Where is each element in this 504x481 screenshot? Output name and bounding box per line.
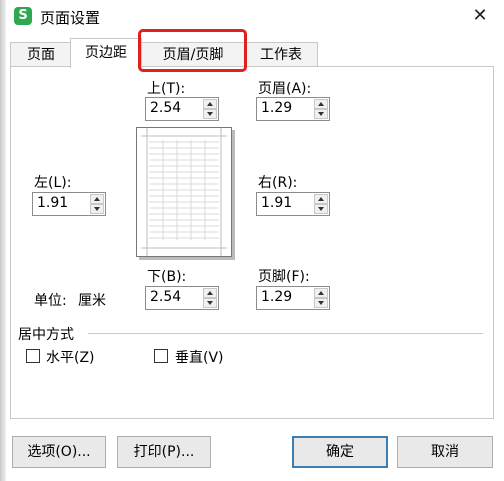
horizontal-center-label[interactable]: 水平(Z): [46, 347, 95, 367]
footer-margin-label: 页脚(F):: [258, 269, 310, 285]
title-bar: S 页面设置 ✕: [6, 0, 504, 34]
app-icon: S: [14, 7, 32, 25]
spin-up-icon[interactable]: [203, 99, 217, 109]
tab-worksheet[interactable]: 工作表: [244, 42, 318, 67]
left-margin-value: 1.91: [37, 195, 69, 211]
horizontal-center-checkbox[interactable]: [26, 349, 40, 363]
unit-value: 厘米: [78, 293, 106, 309]
header-margin-value: 1.29: [261, 100, 293, 116]
vertical-center-label[interactable]: 垂直(V): [175, 347, 224, 367]
spin-down-icon[interactable]: [203, 298, 217, 308]
page-setup-dialog: S 页面设置 ✕ 页面 页边距 页眉/页脚 工作表 上(T): 2.54 页眉(…: [0, 0, 504, 481]
header-margin-spinner[interactable]: 1.29: [256, 97, 330, 121]
close-button[interactable]: ✕: [468, 4, 492, 28]
top-margin-label: 上(T):: [147, 81, 186, 97]
options-button[interactable]: 选项(O)...: [12, 436, 106, 468]
spin-down-icon[interactable]: [314, 298, 328, 308]
spin-down-icon[interactable]: [90, 204, 104, 214]
spin-up-icon[interactable]: [314, 194, 328, 204]
left-margin-label: 左(L):: [34, 175, 72, 191]
close-icon: ✕: [472, 5, 488, 26]
spin-up-icon[interactable]: [90, 194, 104, 204]
tab-highlight-annotation: [138, 29, 247, 72]
bottom-margin-label: 下(B):: [147, 269, 187, 285]
top-margin-spinner[interactable]: 2.54: [145, 97, 219, 121]
centering-divider: [88, 333, 483, 334]
header-margin-label: 页眉(A):: [258, 81, 312, 97]
top-margin-value: 2.54: [150, 100, 182, 116]
spin-down-icon[interactable]: [203, 109, 217, 119]
right-margin-value: 1.91: [261, 195, 293, 211]
print-button[interactable]: 打印(P)...: [117, 436, 211, 468]
bottom-margin-spinner[interactable]: 2.54: [145, 286, 219, 310]
spin-up-icon[interactable]: [203, 288, 217, 298]
page-preview: [136, 127, 232, 257]
spin-up-icon[interactable]: [314, 99, 328, 109]
centering-section-label: 居中方式: [18, 327, 74, 343]
tab-margins[interactable]: 页边距: [70, 38, 142, 68]
window-title: 页面设置: [40, 9, 101, 27]
tab-page[interactable]: 页面: [10, 42, 72, 67]
bottom-margin-value: 2.54: [150, 289, 182, 305]
window-edge-shadow: [0, 0, 6, 481]
ok-button[interactable]: 确定: [292, 436, 388, 468]
footer-margin-spinner[interactable]: 1.29: [256, 286, 330, 310]
cancel-button[interactable]: 取消: [397, 436, 493, 468]
spin-down-icon[interactable]: [314, 109, 328, 119]
spin-up-icon[interactable]: [314, 288, 328, 298]
left-margin-spinner[interactable]: 1.91: [32, 192, 106, 216]
vertical-center-checkbox[interactable]: [154, 349, 168, 363]
right-margin-label: 右(R):: [258, 175, 298, 191]
spin-down-icon[interactable]: [314, 204, 328, 214]
right-margin-spinner[interactable]: 1.91: [256, 192, 330, 216]
unit-label: 单位:: [34, 293, 67, 309]
page-preview-grid: [141, 128, 227, 256]
footer-margin-value: 1.29: [261, 289, 293, 305]
